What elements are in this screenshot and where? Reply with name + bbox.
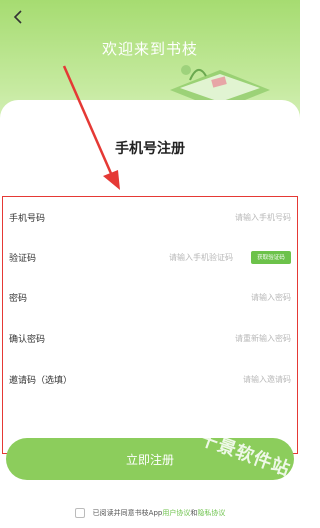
back-arrow-icon <box>13 10 22 24</box>
code-row: 验证码 获取验证码 <box>3 237 297 277</box>
agreement-text: 已阅读并同意书枝App <box>92 509 163 517</box>
phone-label: 手机号码 <box>9 213 46 224</box>
password-row: 密码 <box>3 277 297 317</box>
invite-code-label: 邀请码（选填） <box>9 375 73 386</box>
confirm-password-input[interactable] <box>131 328 291 348</box>
agree-checkbox[interactable] <box>74 508 85 518</box>
phone-row: 手机号码 <box>3 197 297 237</box>
password-input[interactable] <box>131 287 291 307</box>
code-label: 验证码 <box>9 253 37 264</box>
agreement-row: 已阅读并同意书枝App 用户协议 和 隐私协议 <box>0 505 300 521</box>
agreement-and: 和 <box>190 509 198 517</box>
confirm-password-label: 确认密码 <box>9 334 46 345</box>
register-form: 手机号码 验证码 获取验证码 密码 确认密码 邀请码（选填） <box>2 196 298 454</box>
confirm-password-row: 确认密码 <box>3 318 297 358</box>
invite-code-row: 邀请码（选填） <box>3 359 297 399</box>
invite-code-input[interactable] <box>131 369 291 389</box>
page-title: 手机号注册 <box>115 141 185 157</box>
code-input[interactable] <box>93 247 233 267</box>
user-agreement-link[interactable]: 用户协议 <box>162 508 190 518</box>
phone-input[interactable] <box>131 207 291 227</box>
privacy-agreement-link[interactable]: 隐私协议 <box>197 508 225 518</box>
password-label: 密码 <box>9 293 28 304</box>
get-code-button[interactable]: 获取验证码 <box>251 250 291 264</box>
back-button[interactable] <box>8 6 28 28</box>
